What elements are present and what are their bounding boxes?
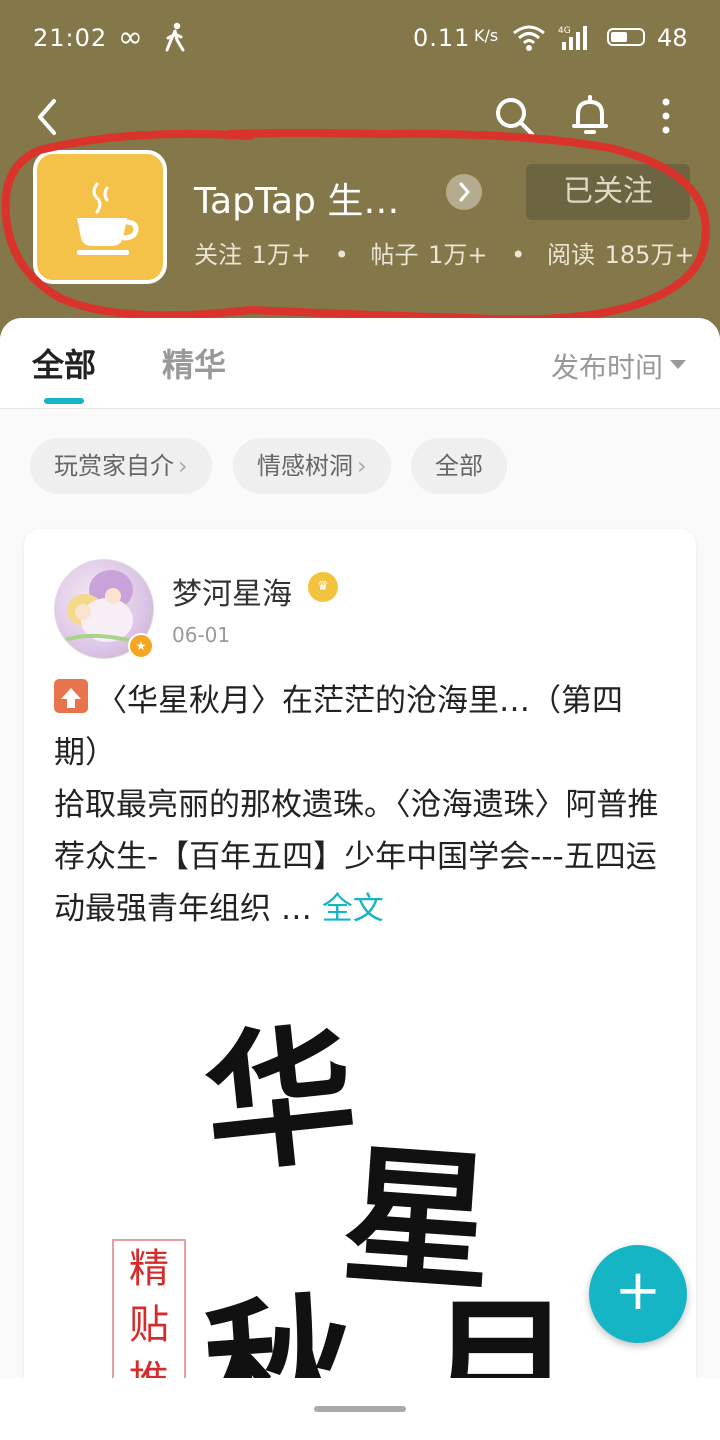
tab-all[interactable]: 全部 — [32, 340, 96, 386]
red-seal-stamp: 精贴推 — [112, 1239, 186, 1378]
read-count-value: 185万+ — [604, 241, 695, 269]
status-time: 21:02 — [33, 24, 108, 52]
calligraphy-char: 华 — [196, 1004, 365, 1196]
post-title: 〈华星秋月〉在茫茫的沧海里…（第四期） — [54, 683, 623, 771]
home-indicator[interactable] — [314, 1406, 406, 1412]
follow-button[interactable]: 已关注 — [526, 164, 690, 220]
bell-icon[interactable] — [566, 92, 614, 140]
read-count-label: 阅读 — [546, 241, 595, 269]
more-icon[interactable] — [648, 92, 684, 140]
sort-dropdown[interactable]: 发布时间 — [551, 346, 663, 386]
pinned-up-arrow-icon — [54, 679, 88, 713]
content-panel: 全部 精华 发布时间 玩赏家自介 › 情感树洞 › 全部 ★ 梦河星海 ♛ 06… — [0, 318, 720, 1378]
chevron-right-icon: › — [357, 452, 367, 480]
forum-stats: 关注 1万+ • 帖子 1万+ • 阅读 185万+ — [194, 235, 697, 270]
caret-down-icon[interactable] — [670, 360, 686, 369]
chip-all[interactable]: 全部 — [411, 438, 507, 494]
read-full-link[interactable]: 全文 — [322, 891, 384, 927]
post-date: 06-01 — [172, 623, 231, 647]
create-post-button[interactable]: + — [589, 1245, 687, 1343]
tab-bar: 全部 精华 发布时间 — [0, 318, 720, 409]
level-badge-icon: ♛ — [308, 572, 338, 602]
infinity-icon: ∞ — [118, 20, 143, 55]
stats-separator: • — [334, 241, 349, 269]
chevron-right-icon[interactable] — [446, 174, 482, 210]
back-icon[interactable] — [28, 95, 68, 139]
post-count-label: 帖子 — [370, 241, 419, 269]
category-chips: 玩赏家自介 › 情感树洞 › 全部 — [0, 438, 720, 498]
status-bar: 21:02 ∞ 0.11 K/s 4G 48 — [0, 0, 720, 78]
verified-star-icon: ★ — [128, 633, 154, 659]
calligraphy-char: 月 — [424, 1282, 575, 1378]
chip-label: 全部 — [435, 452, 483, 480]
chip-emotions[interactable]: 情感树洞 › — [233, 438, 391, 494]
search-icon[interactable] — [490, 92, 538, 140]
active-tab-indicator — [44, 398, 84, 404]
battery-icon — [607, 28, 645, 46]
walk-icon — [165, 22, 185, 52]
chip-label: 情感树洞 — [257, 452, 353, 480]
post-card[interactable]: ★ 梦河星海 ♛ 06-01 〈华星秋月〉在茫茫的沧海里…（第四期） 拾取最亮丽… — [24, 529, 696, 1378]
follow-count-label: 关注 — [194, 241, 242, 269]
forum-title[interactable]: TapTap 生… — [194, 172, 399, 224]
net-speed: 0.11 — [413, 24, 471, 52]
wifi-icon — [513, 25, 545, 51]
chevron-right-icon: › — [178, 452, 188, 480]
network-type: 4G — [558, 26, 571, 36]
coffee-cup-icon — [77, 182, 139, 255]
calligraphy-char: 秋 — [198, 1276, 361, 1378]
chip-introduction[interactable]: 玩赏家自介 › — [30, 438, 212, 494]
post-image[interactable]: 华 星 秋 月 精贴推 — [54, 949, 666, 1378]
system-nav-bar — [0, 1378, 720, 1440]
post-content[interactable]: 〈华星秋月〉在茫茫的沧海里…（第四期） 拾取最亮丽的那枚遗珠。〈沧海遗珠〉阿普推… — [54, 675, 666, 935]
app-icon — [33, 150, 167, 284]
chip-label: 玩赏家自介 — [54, 452, 174, 480]
follow-count-value: 1万+ — [251, 241, 312, 269]
signal-icon: 4G — [558, 26, 587, 50]
post-count-value: 1万+ — [428, 241, 488, 269]
net-speed-unit: K/s — [474, 26, 499, 45]
stats-separator: • — [511, 241, 526, 269]
tab-essence[interactable]: 精华 — [162, 340, 226, 386]
author-name[interactable]: 梦河星海 — [172, 569, 292, 613]
battery-level: 48 — [657, 24, 688, 52]
